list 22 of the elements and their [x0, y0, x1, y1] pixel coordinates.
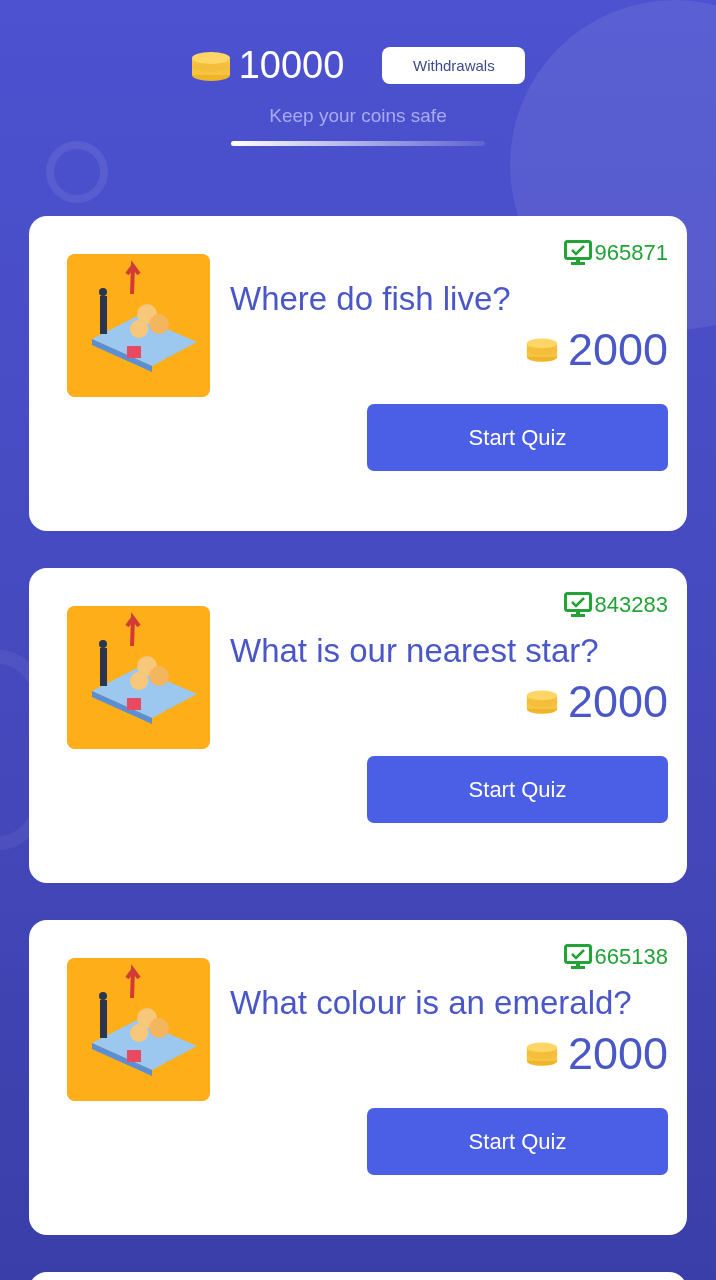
reward-amount: 2000 — [567, 1028, 668, 1080]
monitor-check-icon — [563, 240, 592, 266]
subtitle: Keep your coins safe — [268, 105, 448, 127]
monitor-check-icon — [563, 592, 592, 618]
start-quiz-button[interactable]: Start Quiz — [367, 1108, 668, 1175]
view-count-text: 843283 — [594, 592, 668, 618]
coins-icon — [525, 1041, 558, 1067]
view-count-text: 665138 — [594, 944, 668, 970]
quiz-question: Where do fish live? — [230, 280, 512, 318]
start-quiz-button[interactable]: Start Quiz — [367, 404, 668, 471]
view-count-text: 965871 — [594, 240, 668, 266]
coins-icon — [525, 689, 558, 715]
quiz-question: What colour is an emerald? — [230, 984, 633, 1022]
withdrawals-button[interactable]: Withdrawals — [382, 47, 526, 84]
coin-balance: 10000 — [238, 44, 345, 87]
quiz-question: What is our nearest star? — [230, 632, 600, 670]
reward-amount: 2000 — [567, 676, 668, 728]
coins-icon — [525, 337, 558, 363]
reward-amount: 2000 — [567, 324, 668, 376]
start-quiz-button[interactable]: Start Quiz — [367, 756, 668, 823]
monitor-check-icon — [563, 944, 592, 970]
coins-icon — [190, 49, 231, 82]
